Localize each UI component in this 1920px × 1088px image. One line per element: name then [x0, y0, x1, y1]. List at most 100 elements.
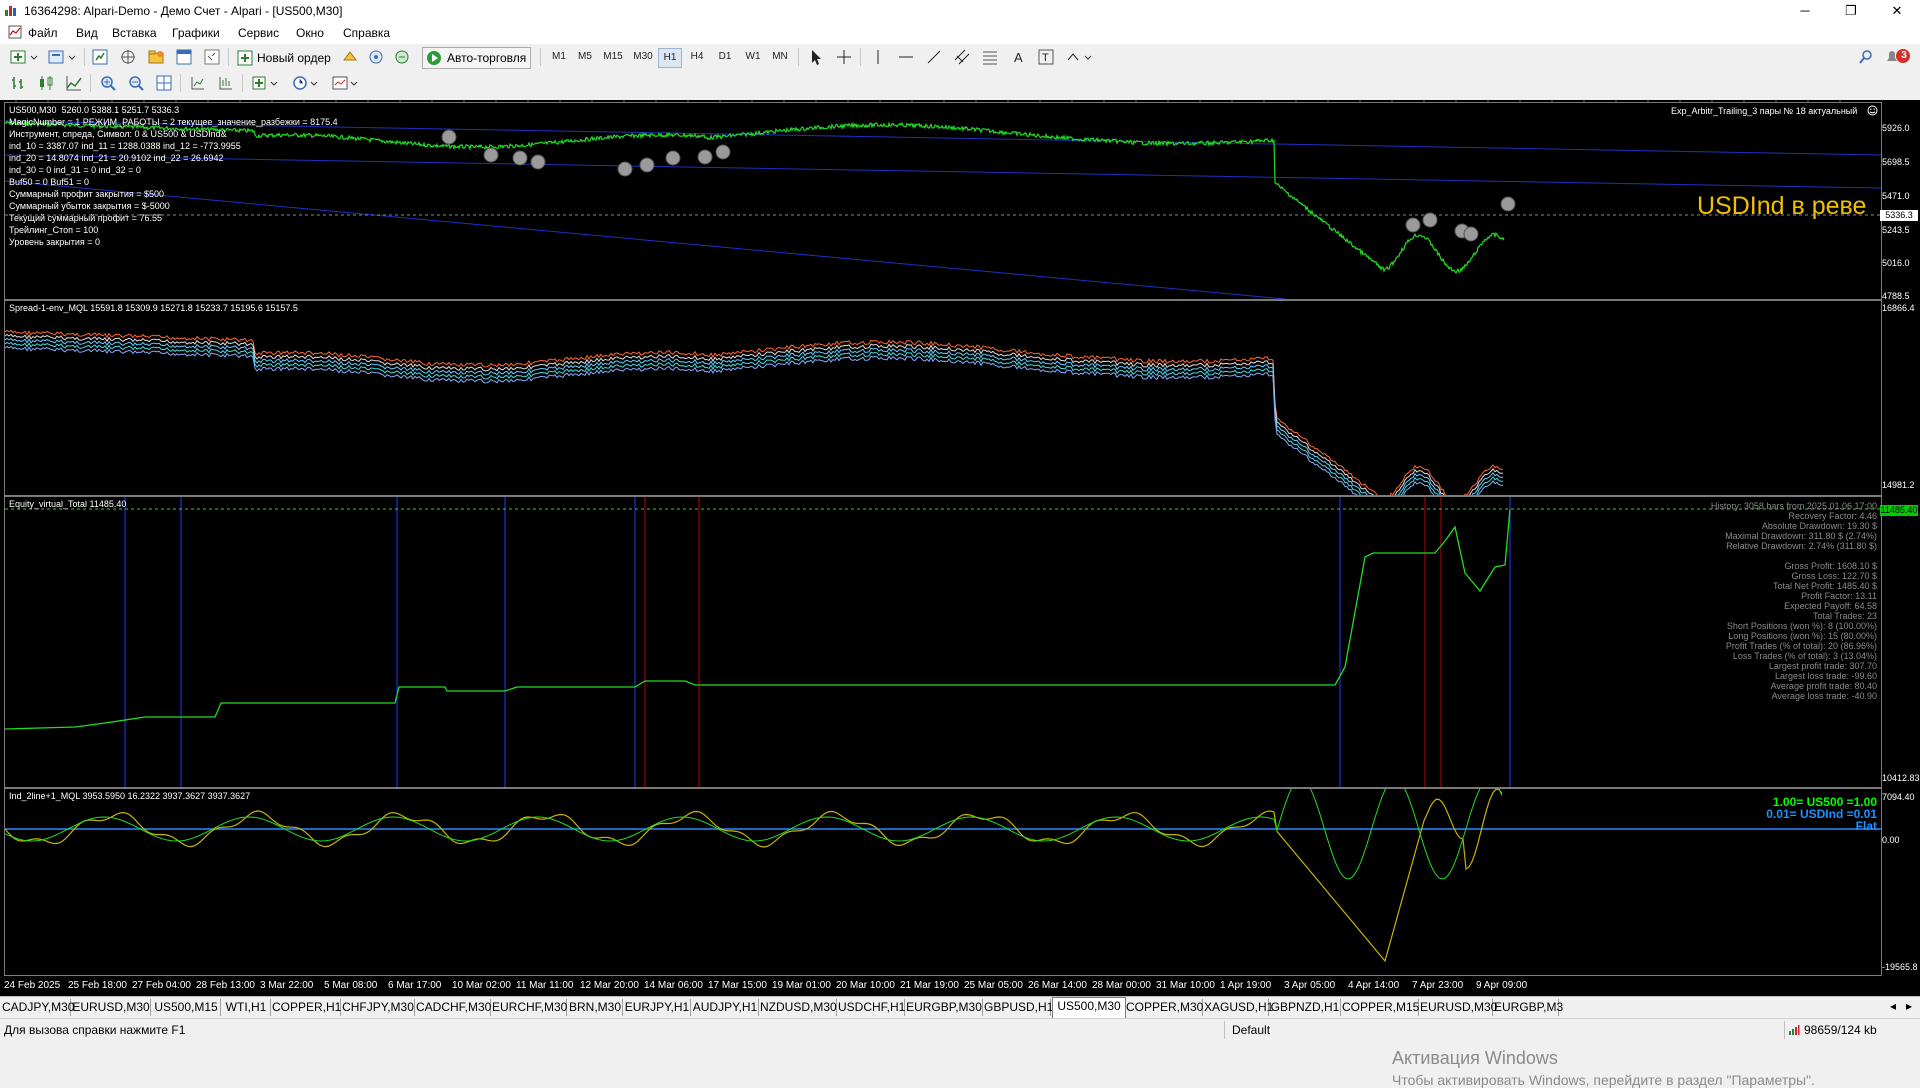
main-price-pane[interactable]: US500,M30 5260.0 5388.1 5251.7 5336.3 Ex… — [4, 102, 1882, 300]
close-button[interactable]: ✕ — [1874, 0, 1920, 22]
ea-label: Exp_Arbitr_Trailing_3 пары № 18 актуальн… — [1671, 106, 1858, 116]
timeframe-m15[interactable]: M15 — [600, 48, 626, 66]
tab-eurgbp-m30[interactable]: EURGBP,M30 — [906, 999, 983, 1016]
timeframe-mn[interactable]: MN — [768, 48, 792, 66]
tab-cadchf-m30[interactable]: CADCHF,M30 — [416, 999, 491, 1016]
crosshair-icon[interactable] — [834, 47, 856, 69]
maximize-button[interactable]: ❐ — [1828, 0, 1874, 22]
arrows-dropdown-icon[interactable] — [1064, 47, 1098, 69]
timeframe-m5[interactable]: M5 — [574, 48, 596, 66]
tab-eurusd-m30[interactable]: EURUSD,M30 — [72, 999, 151, 1016]
fibonacci-icon[interactable] — [980, 47, 1002, 69]
tab-brn-m30[interactable]: BRN,M30 — [568, 999, 623, 1016]
strategy-tester-icon[interactable] — [202, 47, 224, 69]
chart-shift-icon[interactable] — [188, 73, 210, 95]
tab-nzdusd-m30[interactable]: NZDUSD,M30 — [760, 999, 837, 1016]
chart-window[interactable]: US500,M30 5260.0 5388.1 5251.7 5336.3 Ex… — [0, 100, 1920, 1088]
menu-help[interactable]: Справка — [343, 26, 390, 40]
tab-eurchf-m30[interactable]: EURCHF,M30 — [492, 999, 567, 1016]
tab-eurusd-m30[interactable]: EURUSD,M30 — [1420, 999, 1497, 1016]
menu-charts[interactable]: Графики — [172, 26, 220, 40]
periods-dropdown-icon[interactable] — [290, 73, 324, 95]
auto-scroll-icon[interactable] — [216, 73, 238, 95]
menu-file[interactable]: Файл — [28, 26, 58, 40]
zoom-out-icon[interactable] — [126, 73, 148, 95]
stat-line: Relative Drawdown: 2.74% (311.80 $) — [1726, 541, 1877, 551]
menu-view[interactable]: Вид — [76, 26, 98, 40]
stat-line: Profit Trades (% of total): 20 (86.96%) — [1725, 641, 1877, 651]
signals-icon[interactable] — [366, 47, 388, 69]
text-label-icon[interactable]: T — [1036, 47, 1058, 69]
profiles-icon[interactable] — [46, 47, 80, 69]
timeframe-h1[interactable]: H1 — [658, 48, 682, 68]
menu-window[interactable]: Окно — [296, 26, 324, 40]
tab-scroll-right-icon[interactable]: ▸ — [1906, 999, 1912, 1013]
zoom-in-icon[interactable] — [98, 73, 120, 95]
menu-insert[interactable]: Вставка — [112, 26, 157, 40]
tab-copper-m15[interactable]: COPPER,M15 — [1342, 999, 1419, 1016]
notification-count: 3 — [1901, 50, 1907, 61]
market-icon[interactable] — [392, 47, 414, 69]
tab-wti-h1[interactable]: WTI,H1 — [222, 999, 271, 1016]
candlestick-icon[interactable] — [36, 73, 58, 95]
equidistant-channel-icon[interactable] — [952, 47, 974, 69]
line-chart-icon[interactable] — [64, 73, 86, 95]
timeframe-m1[interactable]: M1 — [548, 48, 570, 66]
trade-marker — [1500, 196, 1516, 212]
time-tick: 14 Mar 06:00 — [644, 980, 703, 991]
bar-chart-icon[interactable] — [8, 73, 30, 95]
time-tick: 3 Mar 22:00 — [260, 980, 314, 991]
stat-line: Average profit trade: 80.40 — [1770, 681, 1877, 691]
horizontal-line-icon[interactable] — [896, 47, 918, 69]
tab-eurjpy-h1[interactable]: EURJPY,H1 — [624, 999, 691, 1016]
indicator-line — [5, 789, 1503, 880]
text-icon[interactable]: A — [1008, 47, 1030, 69]
timeframe-h4[interactable]: H4 — [686, 48, 708, 66]
status-profile[interactable]: Default — [1232, 1023, 1270, 1037]
ea-info-line: ind_10 = 3387.07 ind_11 = 1288.0388 ind_… — [9, 141, 241, 151]
notifications-icon[interactable]: 3 — [1882, 47, 1914, 69]
terminal-icon[interactable] — [174, 47, 196, 69]
indicators-dropdown-icon[interactable] — [250, 73, 284, 95]
legend-flat: Flat — [1855, 819, 1877, 833]
vertical-line-icon[interactable] — [868, 47, 890, 69]
tab-audjpy-h1[interactable]: AUDJPY,H1 — [692, 999, 759, 1016]
chart-doc-icon — [8, 25, 22, 39]
equity-line-chart — [5, 497, 1881, 787]
search-icon[interactable] — [1856, 47, 1878, 69]
timeframe-d1[interactable]: D1 — [714, 48, 736, 66]
tab-copper-h1[interactable]: COPPER,H1 — [272, 999, 341, 1016]
tab-gbpnzd-h1[interactable]: GBPNZD,H1 — [1270, 999, 1341, 1016]
stat-line: Absolute Drawdown: 19.30 $ — [1761, 521, 1877, 531]
tab-xagusd-h1[interactable]: XAGUSD,H1 — [1204, 999, 1273, 1016]
navigator-icon[interactable] — [146, 47, 168, 69]
equity-tick: 10412.83 — [1882, 773, 1920, 783]
envelope-line — [5, 337, 1504, 495]
new-chart-icon[interactable] — [8, 47, 42, 69]
autotrading-button[interactable]: Авто-торговля — [422, 47, 532, 69]
trendline-icon[interactable] — [924, 47, 946, 69]
spread-pane[interactable]: Spread-1-env_MQL 15591.8 15309.9 15271.8… — [4, 300, 1882, 496]
templates-dropdown-icon[interactable] — [330, 73, 364, 95]
menu-tools[interactable]: Сервис — [238, 26, 279, 40]
tab-gbpusd-h1[interactable]: GBPUSD,H1 — [984, 999, 1053, 1016]
tab-eurgbp-m3[interactable]: EURGBP,M3 — [1494, 999, 1563, 1016]
minimize-button[interactable]: ─ — [1782, 0, 1828, 22]
cursor-icon[interactable] — [806, 47, 828, 69]
market-watch-icon[interactable] — [90, 47, 112, 69]
tab-scroll-left-icon[interactable]: ◂ — [1890, 999, 1896, 1013]
tab-us500-m15[interactable]: US500,M15 — [152, 999, 221, 1016]
data-window-icon[interactable] — [118, 47, 140, 69]
tab-copper-m30[interactable]: COPPER,M30 — [1126, 999, 1203, 1016]
options-icon[interactable] — [340, 47, 362, 69]
equity-pane[interactable]: Equity_virtual_Total 11485.40 History: 3… — [4, 496, 1882, 788]
tab-us500-m30[interactable]: US500,M30 — [1052, 997, 1126, 1019]
tab-chfjpy-m30[interactable]: CHFJPY,M30 — [342, 999, 415, 1016]
tile-windows-icon[interactable] — [154, 73, 176, 95]
indicator-pane[interactable]: Ind_2line+1_MQL 3953.5950 16.2322 3937.3… — [4, 788, 1882, 976]
tab-usdchf-h1[interactable]: USDCHF,H1 — [838, 999, 905, 1016]
timeframe-w1[interactable]: W1 — [742, 48, 764, 66]
new-order-button[interactable]: Новый ордер — [234, 47, 336, 69]
timeframe-m30[interactable]: M30 — [630, 48, 656, 66]
tab-cadjpy-m30[interactable]: CADJPY,M30 — [2, 999, 74, 1016]
